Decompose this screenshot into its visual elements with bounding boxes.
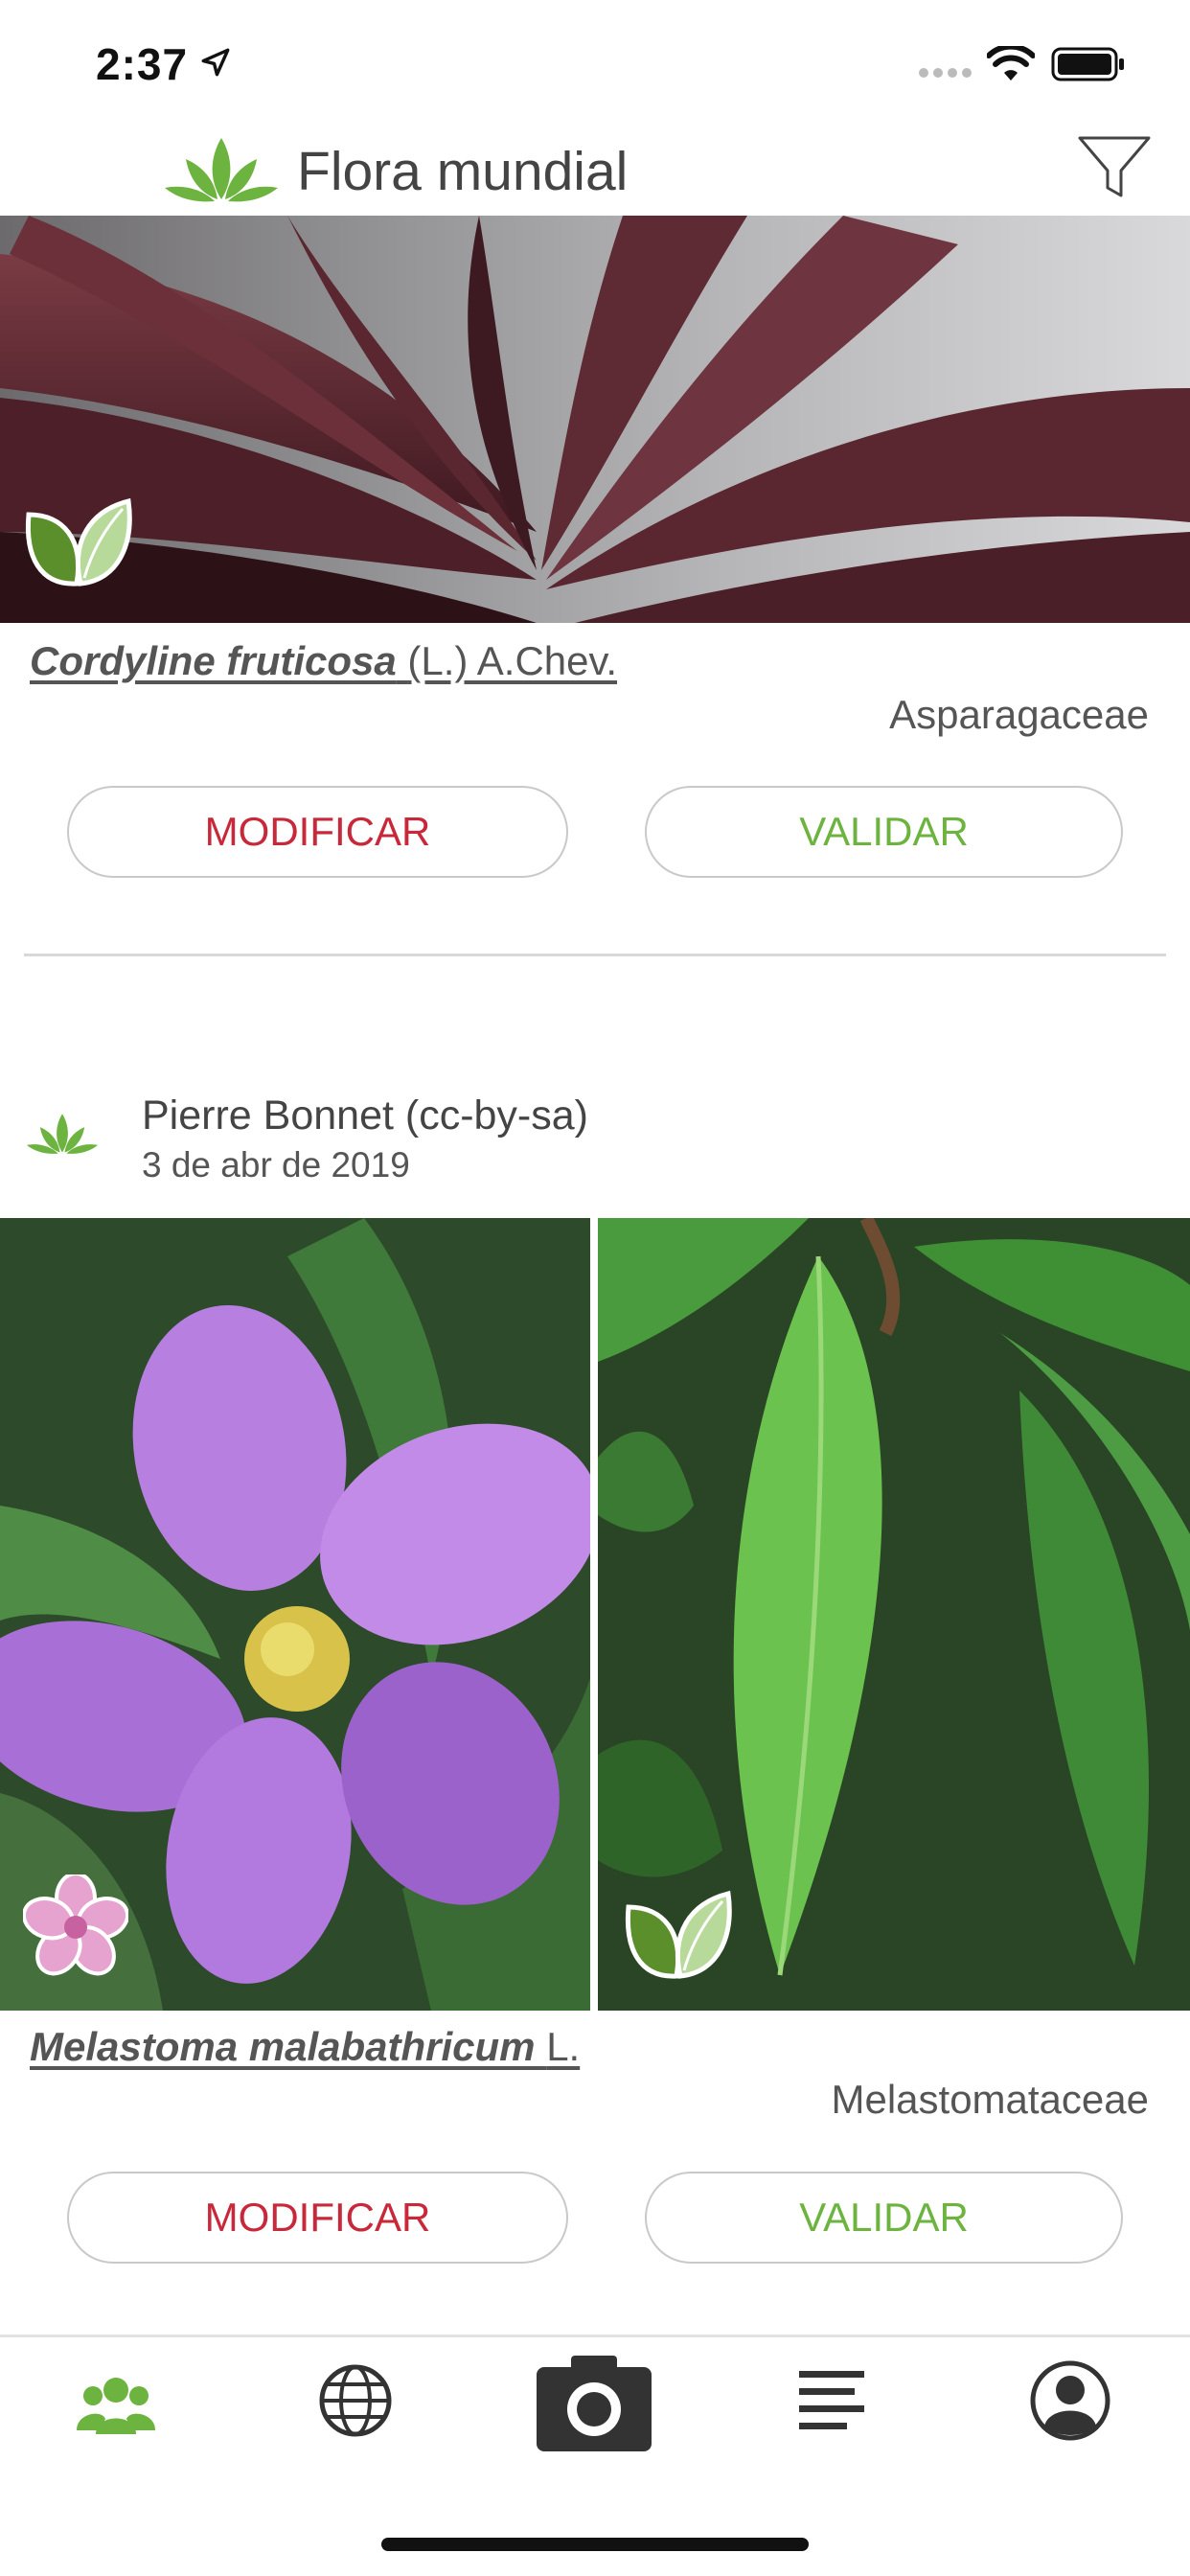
family-name-2: Melastomataceae: [831, 2077, 1149, 2122]
profile-icon: [1030, 2360, 1110, 2441]
observation-date: 3 de abr de 2019: [142, 1145, 410, 1184]
battery-icon: [1051, 47, 1124, 81]
cordyline-photo-image: [0, 216, 1190, 623]
organ-flower-badge-icon: [23, 1874, 128, 1976]
organ-leaf-badge-icon: [25, 497, 132, 586]
filter-icon[interactable]: [1077, 134, 1152, 199]
wifi-icon: [987, 46, 1035, 80]
observation-author[interactable]: Pierre Bonnet (cc-by-sa): [142, 1092, 588, 1139]
species-name-link[interactable]: Cordyline fruticosa (L.) A.Chev.: [30, 638, 617, 684]
validate-button[interactable]: VALIDAR: [645, 786, 1123, 878]
app-title: Flora mundial: [297, 141, 629, 202]
location-arrow-icon: [201, 48, 230, 77]
tab-list[interactable]: [795, 2367, 868, 2436]
species-author: L.: [546, 2024, 581, 2069]
home-indicator[interactable]: [381, 2538, 809, 2551]
species-author: (L.) A.Chev.: [407, 638, 618, 683]
observation-photo-leaf[interactable]: [0, 216, 1190, 623]
divider: [24, 954, 1166, 956]
community-icon: [77, 2378, 155, 2434]
organ-leaf-badge-icon-2: [625, 1890, 732, 1979]
status-time: 2:37: [96, 39, 189, 89]
family-name: Asparagaceae: [889, 692, 1149, 737]
modify-button[interactable]: MODIFICAR: [67, 786, 568, 878]
camera-icon: [537, 2356, 652, 2451]
user-avatar-logo-icon: [27, 1114, 98, 1154]
tab-community[interactable]: [77, 2363, 155, 2442]
tab-world[interactable]: [316, 2361, 395, 2440]
list-icon: [799, 2371, 864, 2429]
validate-button-2[interactable]: VALIDAR: [645, 2172, 1123, 2264]
plantnet-logo-icon: [165, 138, 278, 202]
signal-icon: [919, 68, 972, 78]
tabbar-divider: [0, 2334, 1190, 2337]
world-icon: [319, 2364, 392, 2437]
species-name-link-2[interactable]: Melastoma malabathricum L.: [30, 2024, 580, 2070]
tab-camera[interactable]: [537, 2354, 652, 2451]
modify-button-2[interactable]: MODIFICAR: [67, 2172, 568, 2264]
species-scientific-name: Melastoma malabathricum: [30, 2024, 536, 2069]
species-scientific-name: Cordyline fruticosa: [30, 638, 397, 683]
tab-profile[interactable]: [1029, 2359, 1111, 2442]
